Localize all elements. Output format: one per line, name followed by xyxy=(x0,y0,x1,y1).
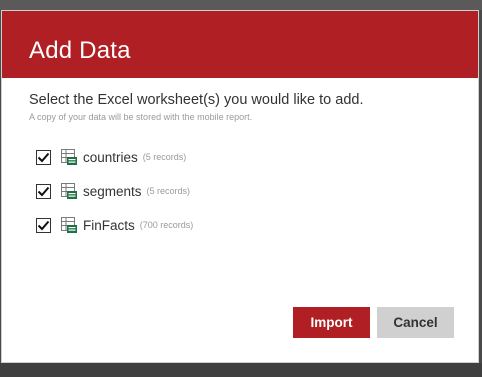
worksheet-row-finfacts[interactable]: FinFacts (700 records) xyxy=(36,215,193,235)
checkmark-icon xyxy=(37,220,50,230)
worksheet-name: segments xyxy=(83,183,142,199)
worksheet-record-count: (5 records) xyxy=(146,186,191,196)
checkbox-finfacts[interactable] xyxy=(36,217,51,233)
background-strip xyxy=(0,0,482,10)
excel-xls-icon xyxy=(61,149,77,165)
worksheet-record-count: (5 records) xyxy=(142,152,187,162)
background-bottom xyxy=(0,363,482,377)
checkmark-icon xyxy=(37,152,50,162)
worksheet-record-count: (700 records) xyxy=(139,220,194,230)
worksheet-name: countries xyxy=(83,149,138,165)
add-data-dialog: Add Data Select the Excel worksheet(s) y… xyxy=(1,10,479,363)
dialog-header: Add Data xyxy=(2,11,478,78)
cancel-button[interactable]: Cancel xyxy=(377,307,454,338)
worksheet-row-segments[interactable]: segments (5 records) xyxy=(36,181,190,201)
checkmark-icon xyxy=(37,186,50,196)
checkbox-segments[interactable] xyxy=(36,183,51,199)
dialog-title: Add Data xyxy=(29,37,131,64)
storage-note: A copy of your data will be stored with … xyxy=(29,112,253,122)
excel-xls-icon xyxy=(61,183,77,199)
checkbox-countries[interactable] xyxy=(36,149,51,165)
import-button[interactable]: Import xyxy=(293,307,370,338)
excel-xls-icon xyxy=(61,217,77,233)
worksheet-row-countries[interactable]: countries (5 records) xyxy=(36,147,186,167)
worksheet-name: FinFacts xyxy=(83,217,135,233)
instruction-text: Select the Excel worksheet(s) you would … xyxy=(29,92,364,108)
